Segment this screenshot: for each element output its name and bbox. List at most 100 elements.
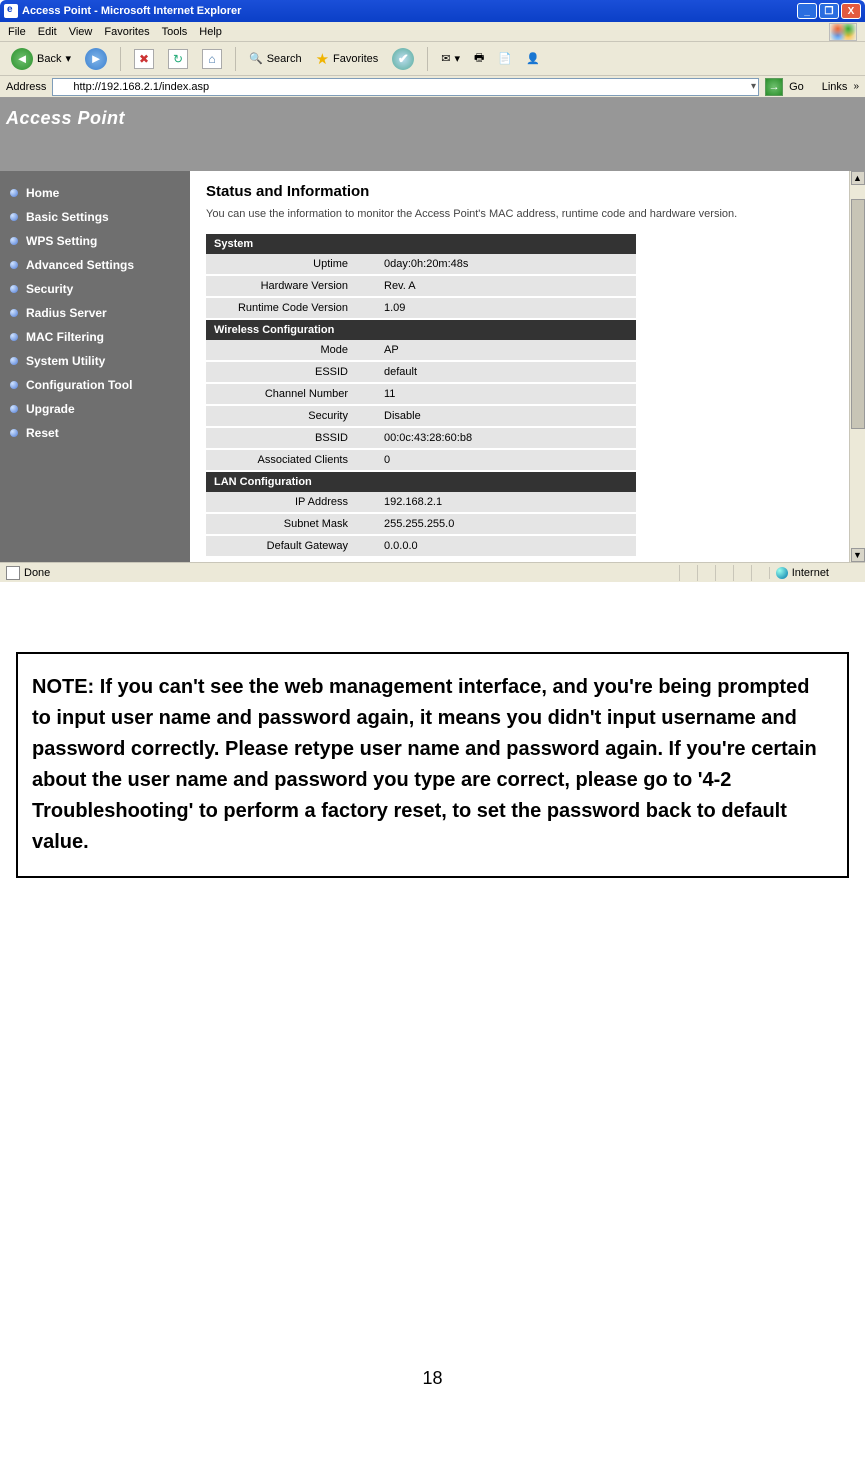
search-icon: 🔍 [249,52,263,65]
sidebar: Home Basic Settings WPS Setting Advanced… [0,171,190,562]
links-label[interactable]: Links [822,81,848,93]
address-label: Address [6,81,46,93]
links-dropdown-icon[interactable]: » [853,81,859,92]
sidebar-item-label: WPS Setting [26,234,97,248]
menu-file[interactable]: File [8,26,26,38]
address-bar: Address ▾ → Go Links » [0,76,865,98]
cell-label: Security [206,405,376,427]
menu-bar: File Edit View Favorites Tools Help [0,22,865,42]
back-button[interactable]: ◄ Back ▾ [6,47,76,71]
sidebar-item-label: Configuration Tool [26,378,132,392]
dropdown-icon: ▾ [454,52,460,65]
separator [120,47,121,71]
cell-value: Disable [376,405,636,427]
history-icon: ✔ [392,48,414,70]
sidebar-item-mac-filtering[interactable]: MAC Filtering [0,325,190,349]
search-button[interactable]: 🔍 Search [244,47,307,71]
messenger-icon: 👤 [526,52,540,65]
sidebar-item-reset[interactable]: Reset [0,421,190,445]
page-number: 18 [0,1368,865,1409]
toolbar: ◄ Back ▾ ► ✖ ↻ ⌂ 🔍 Search ★ Favorites ✔ … [0,42,865,76]
go-label: Go [789,81,804,93]
menu-tools[interactable]: Tools [162,26,188,38]
mail-button[interactable]: ✉▾ [436,47,465,71]
menu-help[interactable]: Help [199,26,222,38]
scroll-track[interactable] [851,185,865,548]
cell-label: Subnet Mask [206,513,376,535]
print-button[interactable]: 🖶 [469,47,489,71]
sidebar-item-label: MAC Filtering [26,330,104,344]
content-heading: Status and Information [206,183,833,200]
menu-favorites[interactable]: Favorites [104,26,149,38]
note-box: NOTE: If you can't see the web managemen… [16,652,849,878]
edit-button[interactable]: 📄 [493,47,517,71]
cell-value: 1.09 [376,297,636,319]
sidebar-item-security[interactable]: Security [0,277,190,301]
bullet-icon [10,357,18,365]
status-bar: Done Internet [0,562,865,582]
cell-label: Channel Number [206,383,376,405]
home-button[interactable]: ⌂ [197,47,227,71]
address-dropdown-icon[interactable]: ▾ [751,81,756,92]
sidebar-item-advanced-settings[interactable]: Advanced Settings [0,253,190,277]
scroll-up-icon[interactable]: ▲ [851,171,865,185]
ie-icon [4,4,18,18]
page-icon [6,566,20,580]
sidebar-item-basic-settings[interactable]: Basic Settings [0,205,190,229]
sidebar-item-label: Reset [26,426,59,440]
status-cell [697,565,715,581]
search-label: Search [267,53,302,65]
sidebar-item-home[interactable]: Home [0,181,190,205]
scroll-thumb[interactable] [851,199,865,429]
menu-view[interactable]: View [69,26,93,38]
stop-icon: ✖ [134,49,154,69]
status-table: System Uptime0day:0h:20m:48s Hardware Ve… [206,234,636,558]
sidebar-item-configuration-tool[interactable]: Configuration Tool [0,373,190,397]
security-zone: Internet [769,567,859,579]
cell-value: default [376,361,636,383]
windows-flag-icon [829,23,857,41]
sidebar-item-label: Radius Server [26,306,107,320]
cell-label: Associated Clients [206,449,376,471]
sidebar-item-radius-server[interactable]: Radius Server [0,301,190,325]
bullet-icon [10,285,18,293]
edit-icon: 📄 [498,52,512,65]
bullet-icon [10,189,18,197]
cell-label: ESSID [206,361,376,383]
history-button[interactable]: ✔ [387,47,419,71]
forward-button[interactable]: ► [80,47,112,71]
cell-value: 255.255.255.0 [376,513,636,535]
sidebar-item-system-utility[interactable]: System Utility [0,349,190,373]
minimize-button[interactable]: _ [797,3,817,19]
sidebar-item-label: Advanced Settings [26,258,134,272]
stop-button[interactable]: ✖ [129,47,159,71]
scrollbar[interactable]: ▲ ▼ [849,171,865,562]
bullet-icon [10,309,18,317]
go-button[interactable]: → [765,78,783,96]
section-header: Wireless Configuration [206,319,636,340]
cell-value: 0.0.0.0 [376,535,636,557]
favorites-button[interactable]: ★ Favorites [311,47,384,71]
sidebar-item-wps-setting[interactable]: WPS Setting [0,229,190,253]
sidebar-item-label: Home [26,186,59,200]
refresh-button[interactable]: ↻ [163,47,193,71]
dropdown-icon: ▾ [65,52,71,65]
address-input[interactable] [52,78,759,96]
section-header: LAN Configuration [206,471,636,492]
star-icon: ★ [316,50,329,68]
maximize-button[interactable]: ❐ [819,3,839,19]
messenger-button[interactable]: 👤 [521,47,545,71]
refresh-icon: ↻ [168,49,188,69]
close-button[interactable]: X [841,3,861,19]
status-text: Done [24,567,50,579]
sidebar-item-upgrade[interactable]: Upgrade [0,397,190,421]
sidebar-item-label: Security [26,282,73,296]
main-content: Status and Information You can use the i… [190,171,849,562]
cell-value: 0day:0h:20m:48s [376,254,636,275]
menu-edit[interactable]: Edit [38,26,57,38]
bullet-icon [10,213,18,221]
cell-label: Default Gateway [206,535,376,557]
forward-arrow-icon: ► [85,48,107,70]
scroll-down-icon[interactable]: ▼ [851,548,865,562]
cell-value: 11 [376,383,636,405]
